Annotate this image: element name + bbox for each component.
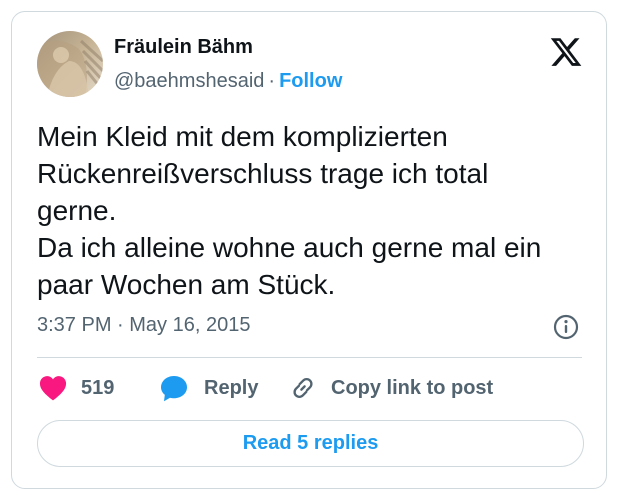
heart-icon [39, 376, 67, 401]
like-count: 519 [81, 376, 115, 399]
tweet-text-line: paar Wochen am Stück. [37, 269, 336, 300]
read-replies-button[interactable]: Read 5 replies [37, 420, 584, 467]
copy-link-button[interactable]: Copy link to post [289, 373, 493, 403]
author-handle[interactable]: @baehmshesaid [114, 70, 264, 92]
copy-link-label: Copy link to post [331, 376, 494, 399]
tweet-timestamp[interactable]: 3:37 PM · May 16, 2015 [37, 314, 250, 337]
handle-row: @baehmshesaid · Follow [114, 70, 342, 93]
link-icon [293, 377, 313, 399]
info-icon[interactable] [552, 313, 580, 341]
tweet-card: Fräulein Bähm @baehmshesaid · Follow Mein … [11, 11, 607, 489]
avatar[interactable] [37, 31, 103, 97]
tweet-text-line: gerne. [37, 195, 117, 226]
tweet-text-line: Da ich alleine wohne auch gerne mal ein [37, 232, 542, 263]
divider [37, 357, 582, 358]
tweet-text: Mein Kleid mit dem komplizierten Rückenr… [37, 118, 597, 303]
like-button[interactable]: 519 [39, 373, 114, 403]
x-logo-icon[interactable] [549, 35, 583, 69]
separator-dot: · [268, 70, 276, 92]
speech-bubble-icon [161, 375, 187, 401]
reply-button[interactable]: Reply [160, 373, 258, 403]
read-replies-label: Read 5 replies [242, 432, 379, 454]
author-name[interactable]: Fräulein Bähm [114, 36, 253, 59]
avatar-image [37, 31, 103, 97]
reply-label: Reply [204, 376, 259, 399]
follow-button[interactable]: Follow [279, 70, 342, 92]
tweet-text-line: Rückenreißverschluss trage ich total [37, 158, 489, 189]
tweet-text-line: Mein Kleid mit dem komplizierten [37, 121, 448, 152]
